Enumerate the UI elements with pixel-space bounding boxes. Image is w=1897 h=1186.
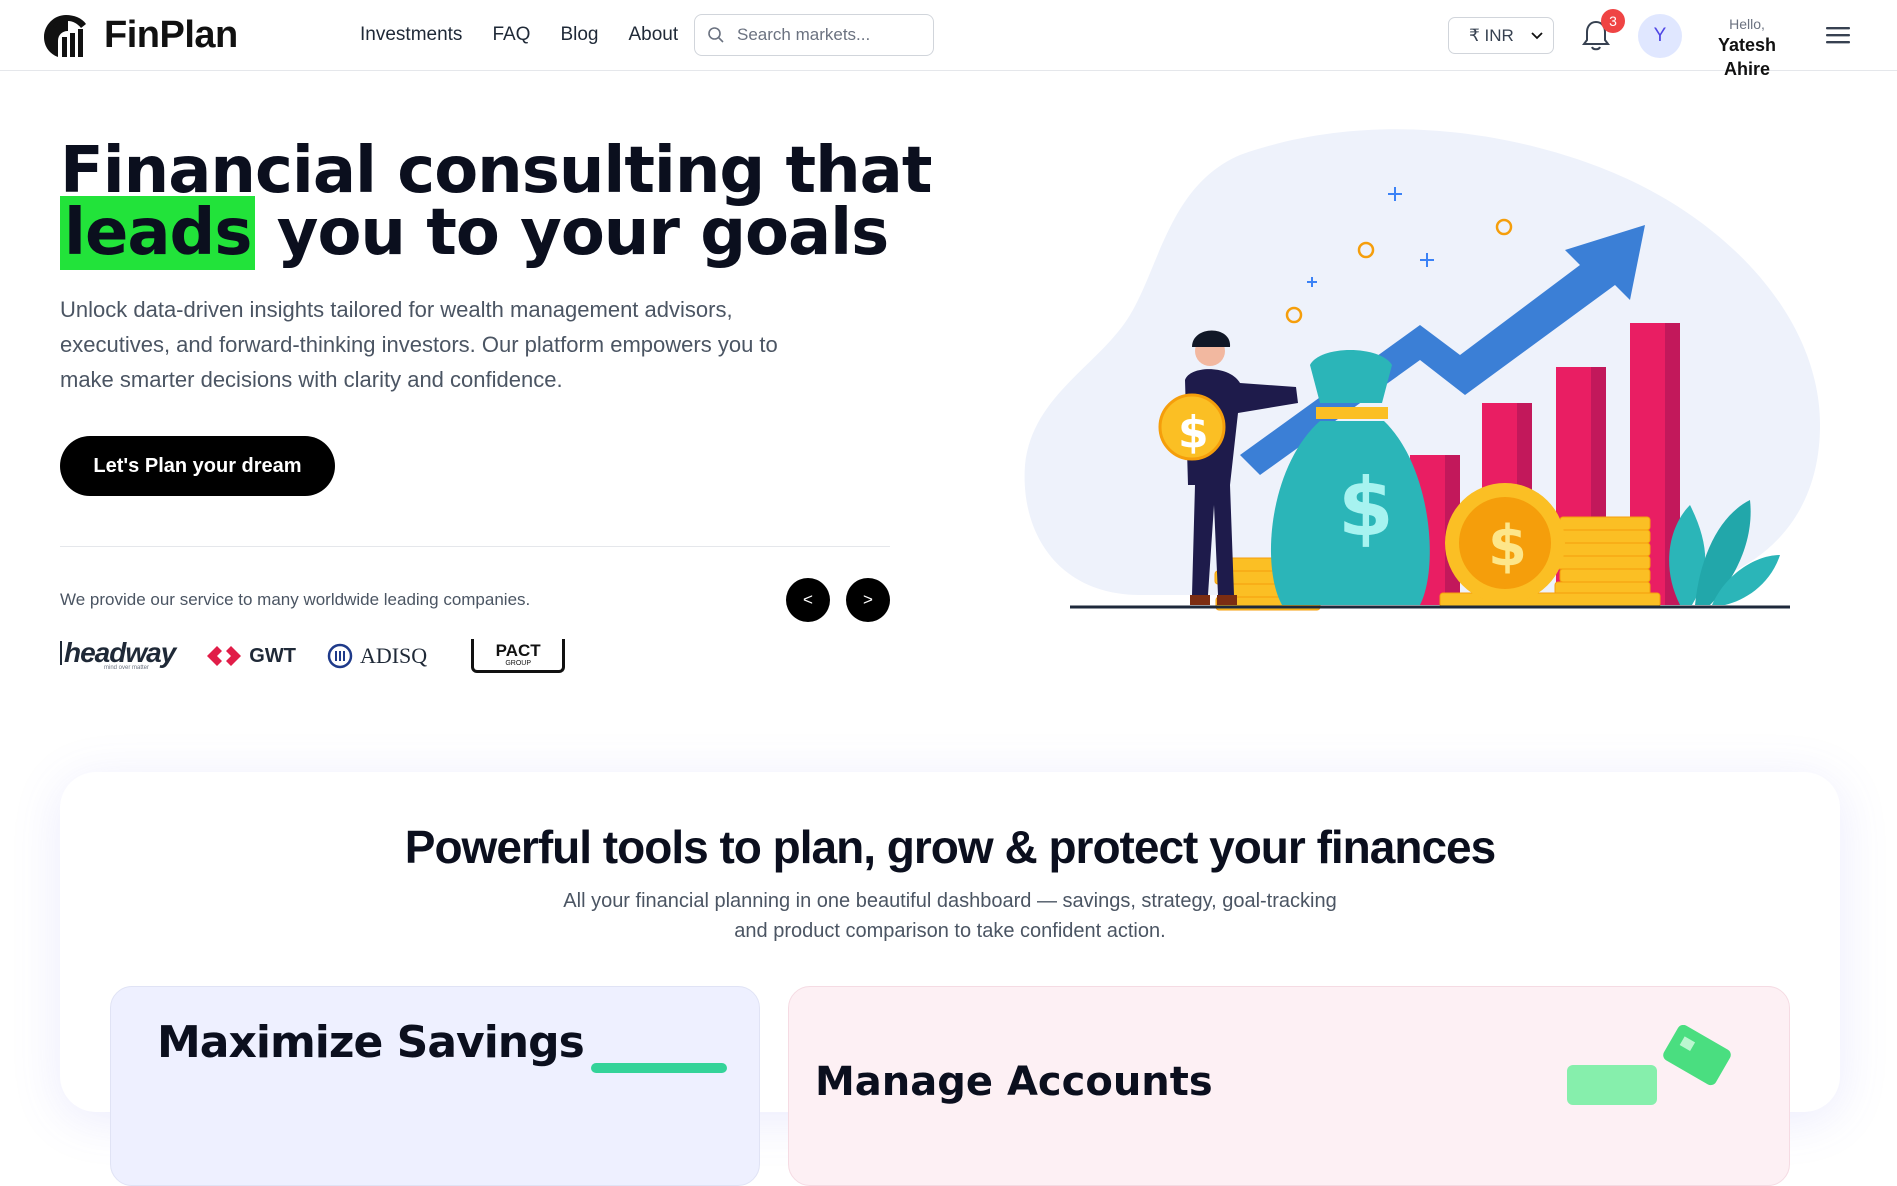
chevron-down-icon bbox=[1531, 31, 1543, 39]
card-title: Maximize Savings bbox=[157, 1017, 585, 1068]
hero-title: Financial consulting that leads you to y… bbox=[60, 139, 932, 270]
nav-investments[interactable]: Investments bbox=[360, 24, 462, 46]
pact-wordmark: PACT bbox=[495, 641, 541, 660]
adisq-wordmark: ADISQ bbox=[359, 643, 428, 668]
client-logo-adisq: ADISQ bbox=[326, 642, 427, 670]
nav-blog[interactable]: Blog bbox=[560, 24, 598, 46]
carousel-prev-button[interactable]: < bbox=[786, 578, 830, 622]
headway-tagline: mind over matter bbox=[104, 665, 150, 671]
user-greeting[interactable]: Hello, Yatesh Ahire bbox=[1696, 15, 1798, 81]
headway-wordmark: headway bbox=[60, 639, 176, 667]
svg-text:$: $ bbox=[1488, 514, 1527, 579]
tools-title: Powerful tools to plan, grow & protect y… bbox=[404, 821, 1496, 873]
nav-faq[interactable]: FAQ bbox=[492, 24, 530, 46]
gwt-logo-icon bbox=[207, 646, 242, 666]
hero-divider bbox=[60, 546, 890, 547]
hero-subtitle: Unlock data-driven insights tailored for… bbox=[60, 297, 778, 392]
carousel-next-button[interactable]: > bbox=[846, 578, 890, 622]
client-logo-headway: headway mind over matter bbox=[60, 639, 176, 671]
nav-about[interactable]: About bbox=[628, 24, 678, 46]
tools-subtitle: All your financial planning in one beaut… bbox=[563, 890, 1337, 942]
wallet-card-icon bbox=[1567, 1025, 1731, 1105]
search-icon bbox=[708, 27, 724, 43]
avatar[interactable]: Y bbox=[1638, 14, 1682, 58]
pact-subtitle: GROUP bbox=[505, 660, 531, 667]
client-logo-pact: PACT GROUP bbox=[471, 639, 566, 673]
top-navbar: FinPlan Investments FAQ Blog About ₹ INR… bbox=[0, 0, 1897, 79]
hero-title-highlight: leads bbox=[60, 196, 256, 270]
notification-badge: 3 bbox=[1601, 9, 1625, 33]
currency-value: ₹ INR bbox=[1469, 25, 1514, 45]
brand-name: FinPlan bbox=[104, 13, 238, 56]
svg-text:$: $ bbox=[1178, 407, 1209, 458]
search-box[interactable] bbox=[694, 14, 934, 56]
client-logos: headway mind over matter GWT ADISQ PACT … bbox=[60, 636, 566, 676]
finance-growth-illustration: $ $ $ bbox=[1024, 129, 1820, 611]
tools-section: Powerful tools to plan, grow & protect y… bbox=[60, 772, 1840, 1186]
clients-text: We provide our service to many worldwide… bbox=[60, 590, 531, 609]
currency-select[interactable]: ₹ INR bbox=[1448, 17, 1554, 54]
plan-dream-button[interactable]: Let's Plan your dream bbox=[60, 436, 335, 496]
hero-title-line2: you to your goals bbox=[255, 196, 889, 270]
manage-accounts-card[interactable]: Manage Accounts bbox=[788, 986, 1790, 1186]
client-logo-gwt: GWT bbox=[205, 644, 296, 668]
svg-text:$: $ bbox=[1338, 461, 1394, 554]
greeting-text: Hello, bbox=[1729, 16, 1765, 32]
search-input[interactable] bbox=[737, 25, 907, 45]
finplan-logo-icon bbox=[44, 15, 86, 57]
adisq-logo-icon bbox=[327, 643, 353, 669]
card-title: Manage Accounts bbox=[815, 1059, 1213, 1105]
main-nav: Investments FAQ Blog About bbox=[360, 24, 678, 46]
gwt-wordmark: GWT bbox=[249, 644, 296, 667]
brand-logo[interactable]: FinPlan bbox=[40, 10, 238, 60]
user-name: Yatesh Ahire bbox=[1717, 35, 1777, 79]
hamburger-menu-icon[interactable] bbox=[1826, 24, 1850, 46]
big-coin: $ bbox=[1445, 483, 1565, 603]
savings-progress-bar bbox=[591, 1063, 727, 1073]
maximize-savings-card[interactable]: Maximize Savings bbox=[110, 986, 760, 1186]
